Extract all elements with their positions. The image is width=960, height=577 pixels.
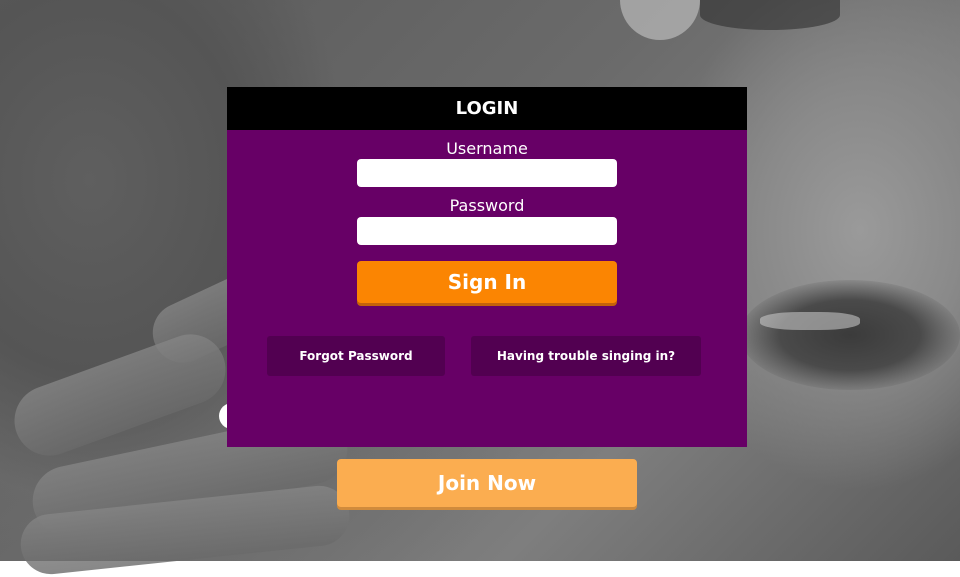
trouble-signing-in-button[interactable]: Having trouble singing in? xyxy=(471,336,701,376)
login-modal: LOGIN Username Password Sign In Forgot P… xyxy=(227,87,747,447)
background-lips xyxy=(740,280,960,390)
login-title: LOGIN xyxy=(227,87,747,130)
background-eye xyxy=(700,0,840,30)
username-input[interactable] xyxy=(357,159,617,187)
background-teeth xyxy=(760,312,860,330)
password-label: Password xyxy=(449,196,525,215)
forgot-password-button[interactable]: Forgot Password xyxy=(267,336,445,376)
username-label: Username xyxy=(446,139,528,158)
sign-in-button[interactable]: Sign In xyxy=(357,261,617,303)
password-input[interactable] xyxy=(357,217,617,245)
background-highlight xyxy=(620,0,700,40)
join-now-button[interactable]: Join Now xyxy=(337,459,637,507)
